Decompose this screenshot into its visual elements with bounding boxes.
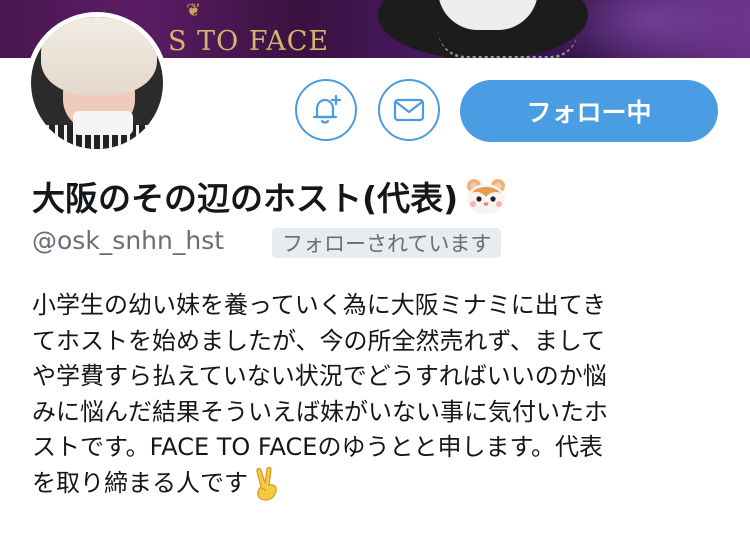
victory-hand-icon [256,466,277,501]
bio-line: 小学生の幼い妹を養っていく為に大阪ミナミに出てき [32,291,607,319]
banner-text: S TO FACE [168,26,330,57]
following-button[interactable]: フォロー中 [460,80,718,142]
avatar-hair [41,17,157,95]
bio-line: ストです。FACE TO FACEのゆうとと申します。代表 [32,433,604,461]
bio-line: てホストを始めましたが、今の所全然売れず、まして [32,326,606,355]
bio-line: みに悩んだ結果そういえば妹がいない事に気付いたホ [32,397,608,426]
bell-plus-icon [312,94,342,124]
notification-toggle-button[interactable] [295,79,357,141]
envelope-icon [393,98,425,122]
banner-ornament-icon: ❦ [186,0,202,21]
bio-line-text: を取り締まる人です [32,468,248,497]
banner-necklace-image [438,30,578,58]
follows-you-badge: フォローされています [272,228,502,258]
bio-line: や学費すら払えていない状況でどうすればいいのか悩 [32,362,607,390]
avatar[interactable] [26,12,168,154]
message-button[interactable] [378,79,440,141]
user-handle: @osk_snhn_hst [32,226,225,255]
profile-bio: 小学生の幼い妹を養っていく為に大阪ミナミに出てき てホストを始めましたが、今の所… [32,288,722,501]
display-name-text: 大阪のその辺のホスト(代表) [32,179,459,218]
avatar-mask [73,111,133,135]
display-name: 大阪のその辺のホスト(代表) [32,172,508,220]
bio-line-last: を取り締まる人です [32,466,722,502]
hamster-face-icon [467,179,506,214]
